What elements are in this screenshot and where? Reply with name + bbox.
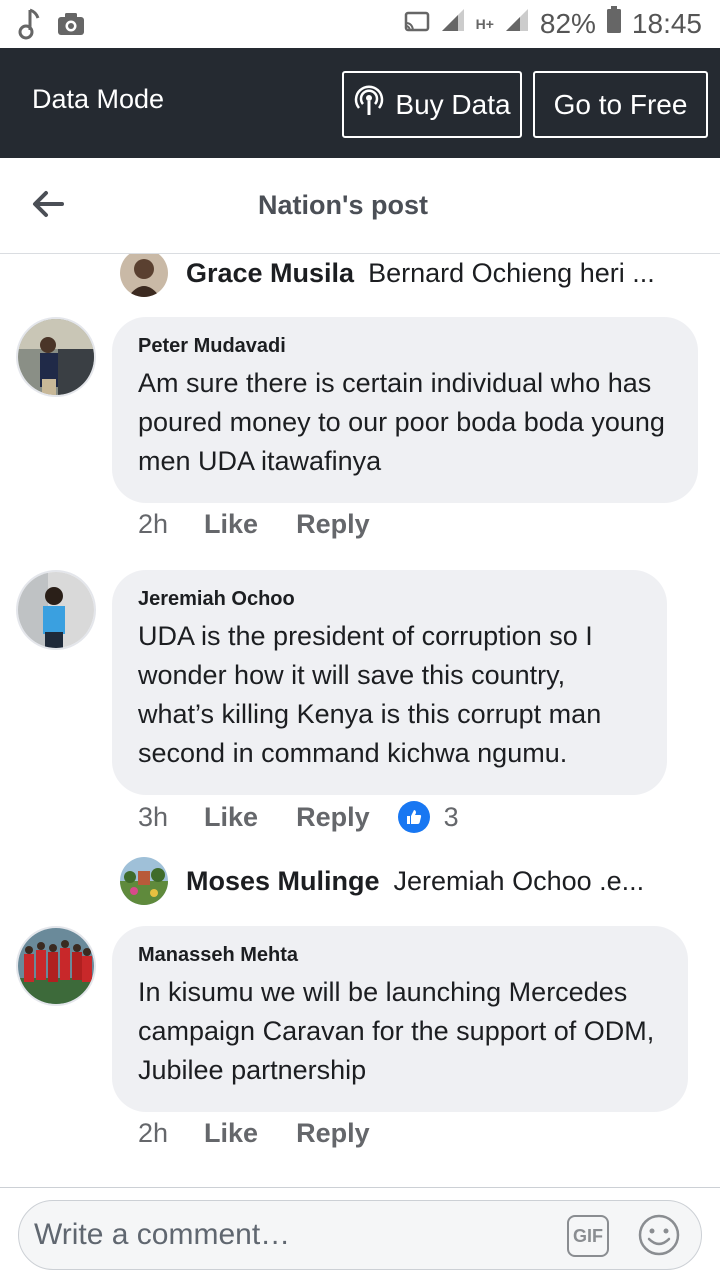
like-button[interactable]: Like: [204, 509, 258, 540]
battery-percent: 82%: [539, 7, 596, 39]
comment-timestamp[interactable]: 3h: [138, 802, 168, 833]
broadcast-icon: [353, 85, 385, 124]
cast-icon: [404, 8, 430, 40]
reply-snippet: Bernard Ochieng heri ...: [368, 257, 655, 288]
comment-bubble[interactable]: Jeremiah Ochoo UDA is the president of c…: [112, 570, 667, 795]
comment-text: In kisumu we will be launching Mercedes …: [138, 977, 655, 1085]
go-to-free-button[interactable]: Go to Free: [533, 71, 708, 138]
like-button[interactable]: Like: [204, 802, 258, 833]
signal-strength-icon-2: [504, 7, 530, 40]
avatar[interactable]: [120, 857, 168, 905]
reply-author-name[interactable]: Moses Mulinge: [186, 866, 380, 897]
comment-author-name[interactable]: Manasseh Mehta: [138, 944, 662, 967]
emoji-icon[interactable]: [637, 1213, 681, 1257]
signal-strength-icon: [440, 7, 466, 40]
comment-actions: 2h Like Reply: [138, 509, 408, 540]
comment-composer: GIF: [0, 1187, 720, 1280]
data-mode-title: Data Mode: [32, 84, 165, 114]
network-type-label: H+: [475, 15, 494, 32]
camera-icon: [56, 11, 86, 42]
page-title: Nation's post: [258, 190, 428, 220]
comment-author-name[interactable]: Jeremiah Ochoo: [138, 588, 641, 611]
buy-data-label: Buy Data: [395, 88, 511, 120]
go-to-free-label: Go to Free: [553, 88, 688, 120]
gif-button[interactable]: GIF: [567, 1215, 609, 1257]
avatar[interactable]: [16, 570, 96, 650]
reply-preview[interactable]: Moses Mulinge Jeremiah Ochoo .e...: [120, 856, 644, 906]
comment-bubble[interactable]: Manasseh Mehta In kisumu we will be laun…: [112, 926, 688, 1112]
reply-button[interactable]: Reply: [296, 509, 370, 540]
comment-text: UDA is the president of corruption so I …: [138, 621, 602, 768]
comment-timestamp[interactable]: 2h: [138, 509, 168, 540]
comment-text: Am sure there is certain individual who …: [138, 368, 665, 476]
avatar[interactable]: [120, 254, 168, 297]
reaction-count-value: 3: [443, 801, 459, 832]
reply-preview[interactable]: Grace Musila Bernard Ochieng heri ...: [120, 254, 655, 298]
reply-button[interactable]: Reply: [296, 802, 370, 833]
reaction-count[interactable]: 3: [397, 801, 459, 833]
like-button[interactable]: Like: [204, 1118, 258, 1149]
comment-feed[interactable]: Grace Musila Bernard Ochieng heri ... Pe…: [0, 254, 720, 1187]
reply-author-name[interactable]: Grace Musila: [186, 258, 354, 289]
reply-button[interactable]: Reply: [296, 1118, 370, 1149]
post-header: Nation's post: [0, 158, 720, 254]
comment-timestamp[interactable]: 2h: [138, 1118, 168, 1149]
comment-input[interactable]: [34, 1215, 554, 1255]
status-bar: H+ 82% 18:45: [0, 0, 720, 48]
comment-actions: 3h Like Reply 3: [138, 801, 459, 833]
reply-snippet: Jeremiah Ochoo .e...: [393, 865, 645, 896]
music-note-icon: [18, 8, 40, 45]
buy-data-button[interactable]: Buy Data: [342, 71, 522, 138]
data-mode-bar: Data Mode Buy Data Go to Free: [0, 48, 720, 158]
comment-actions: 2h Like Reply: [138, 1118, 408, 1149]
avatar[interactable]: [16, 926, 96, 1006]
thumbs-up-icon: [397, 801, 430, 833]
comment-input-container[interactable]: GIF: [18, 1200, 702, 1270]
comment-author-name[interactable]: Peter Mudavadi: [138, 335, 672, 358]
clock: 18:45: [631, 7, 702, 39]
avatar[interactable]: [16, 317, 96, 397]
battery-icon: [606, 6, 622, 41]
comment-bubble[interactable]: Peter Mudavadi Am sure there is certain …: [112, 317, 698, 503]
